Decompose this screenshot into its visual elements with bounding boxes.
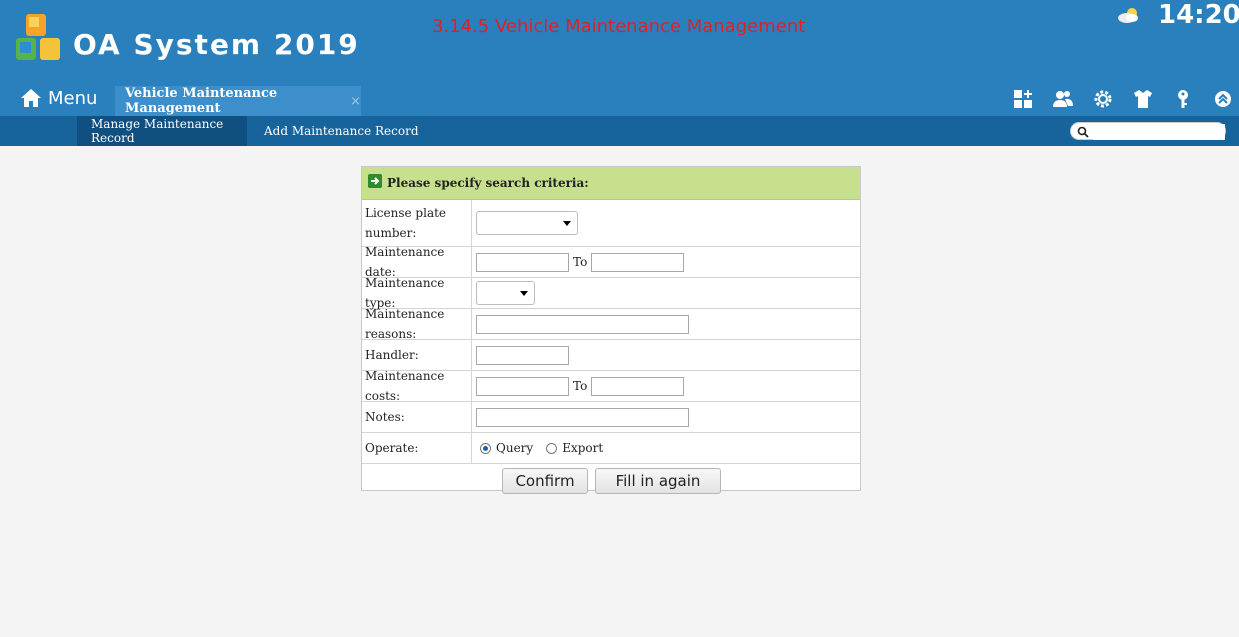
tab-vehicle-maintenance[interactable]: Vehicle Maintenance Management ×	[115, 86, 361, 116]
tab-label: Vehicle Maintenance Management	[125, 86, 278, 116]
fill-in-again-button[interactable]: Fill in again	[595, 468, 721, 494]
to-label: To	[573, 379, 588, 393]
app-header: OA System 2019 3.14.5 Vehicle Maintenanc…	[0, 0, 1239, 116]
notes-input[interactable]	[476, 407, 689, 427]
search-icon	[1077, 126, 1089, 138]
go-arrow-icon	[368, 174, 382, 188]
row-license-plate: License plate number:	[362, 200, 860, 247]
panel-header: Please specify search criteria:	[362, 167, 860, 200]
maintenance-reasons-input[interactable]	[476, 314, 689, 334]
collapse-up-icon[interactable]	[1212, 88, 1234, 110]
toolbar	[1012, 88, 1239, 110]
clock: 14:20	[1158, 0, 1239, 30]
row-maintenance-reasons: Maintenance reasons:	[362, 307, 860, 341]
key-icon[interactable]	[1172, 88, 1194, 110]
maintenance-costs-label: Maintenance costs:	[362, 369, 472, 403]
confirm-button[interactable]: Confirm	[502, 468, 588, 494]
app-logo-icon	[16, 14, 60, 60]
cost-from-input[interactable]	[476, 376, 569, 396]
users-icon[interactable]	[1052, 88, 1074, 110]
query-radio[interactable]	[480, 442, 491, 454]
maintenance-type-select[interactable]	[476, 281, 535, 305]
subnav-manage-maintenance-record[interactable]: Manage Maintenance Record	[77, 116, 247, 146]
settings-icon[interactable]	[1092, 88, 1114, 110]
row-operate: Operate: Query Export	[362, 433, 860, 464]
home-icon	[21, 89, 41, 107]
row-maintenance-costs: Maintenance costs: To	[362, 369, 860, 403]
search-criteria-panel: Please specify search criteria: License …	[361, 166, 861, 494]
export-radio[interactable]	[546, 442, 558, 454]
weather-icon	[1118, 8, 1138, 23]
chevron-down-icon	[520, 291, 528, 296]
search-input[interactable]	[1093, 124, 1225, 140]
module-title: 3.14.5 Vehicle Maintenance Management	[432, 16, 806, 37]
row-notes: Notes:	[362, 402, 860, 433]
chevron-down-icon	[563, 221, 571, 226]
notes-label: Notes:	[362, 402, 472, 432]
maintenance-reasons-label: Maintenance reasons:	[362, 307, 472, 341]
search-box[interactable]	[1070, 122, 1226, 140]
operate-label: Operate:	[362, 433, 472, 463]
sub-navigation: Manage Maintenance Record Add Maintenanc…	[0, 116, 1239, 146]
query-label: Query	[496, 441, 534, 455]
date-from-input[interactable]	[476, 252, 569, 272]
add-widget-icon[interactable]	[1012, 88, 1034, 110]
tab-close-icon[interactable]: ×	[350, 94, 361, 109]
button-row: Confirm Fill in again	[362, 464, 860, 496]
handler-input[interactable]	[476, 345, 569, 365]
license-plate-label: License plate number:	[362, 200, 472, 246]
license-plate-select[interactable]	[476, 211, 578, 235]
panel-heading: Please specify search criteria:	[387, 176, 589, 190]
menu-label: Menu	[48, 87, 98, 109]
menu-button[interactable]: Menu	[20, 84, 97, 112]
shirt-icon[interactable]	[1132, 88, 1154, 110]
app-title: OA System 2019	[73, 28, 360, 61]
date-to-input[interactable]	[591, 252, 685, 272]
export-label: Export	[562, 441, 604, 455]
to-label: To	[573, 255, 588, 269]
subnav-add-maintenance-record[interactable]: Add Maintenance Record	[264, 116, 419, 146]
cost-to-input[interactable]	[591, 376, 685, 396]
